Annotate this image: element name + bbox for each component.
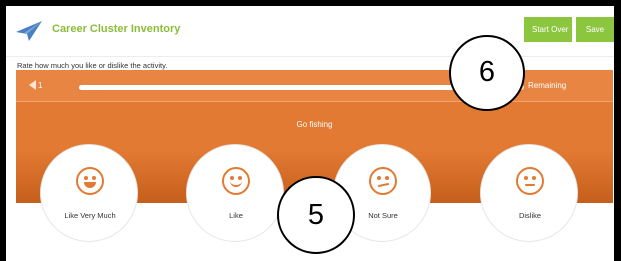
choice-label: Like [229,211,243,220]
callout-5: 5 [277,176,355,254]
unsure-face-icon [369,167,397,195]
like-button[interactable]: Like [186,144,284,242]
like-very-much-button[interactable]: Like Very Much [40,144,138,242]
callout-6: 6 [449,35,525,111]
choice-label: Dislike [518,211,542,220]
very-happy-face-icon [76,167,104,195]
app-header: Career Cluster Inventory Start Over Save [6,6,614,56]
activity-name: Go fishing [296,120,333,129]
dislike-button[interactable]: Dislike [480,144,578,242]
current-item-number: 1 [38,81,43,90]
save-button[interactable]: Save [576,17,614,42]
back-arrow-icon[interactable] [29,80,36,90]
progress-fill [79,85,507,90]
header-divider [6,56,614,57]
paper-plane-icon [16,21,42,41]
happy-face-icon [222,167,250,195]
app-window: Career Cluster Inventory Start Over Save… [6,6,614,261]
instruction-text: Rate how much you like or dislike the ac… [17,61,168,70]
app-title: Career Cluster Inventory [52,23,181,35]
sad-face-icon [516,167,544,195]
remaining-label: Remaining [528,81,567,90]
choice-label: Like Very Much [64,211,116,220]
start-over-button[interactable]: Start Over [524,17,572,42]
